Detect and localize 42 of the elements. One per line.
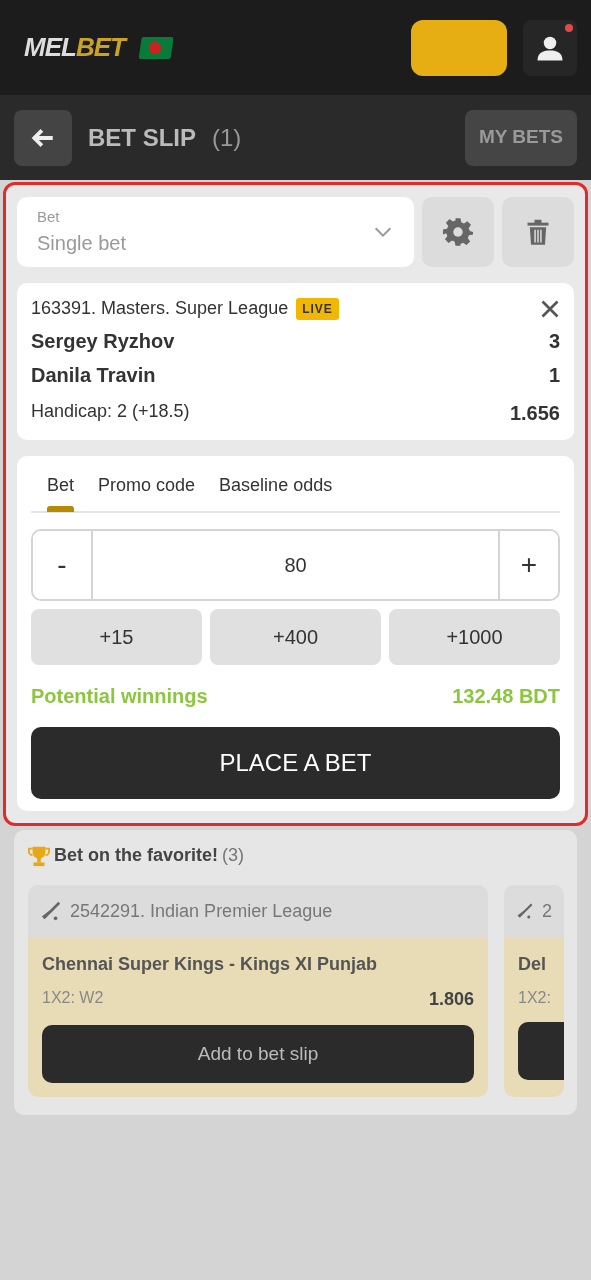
account-button[interactable]: [523, 19, 577, 76]
quick-amount-button[interactable]: +400: [210, 609, 381, 665]
winnings-value: 132.48 BDT: [452, 684, 560, 709]
add-to-slip-button[interactable]: Add to bet slip: [42, 1025, 474, 1083]
quick-amount-button[interactable]: +15: [31, 609, 202, 665]
market-name: 1X2:: [518, 988, 551, 1008]
odds-value: 1.656: [509, 401, 560, 426]
event-league: 2542291. Indian Premier League: [70, 899, 333, 923]
winnings-label: Potential winnings: [31, 684, 208, 709]
player-name: Danila Travin: [31, 363, 156, 388]
flag-icon: [136, 34, 173, 61]
settings-button[interactable]: [422, 197, 494, 267]
remove-bet-button[interactable]: [540, 298, 560, 319]
cricket-bat-icon: [40, 900, 62, 922]
event-league: 2: [542, 899, 552, 923]
delete-button[interactable]: [502, 197, 574, 267]
select-value: Single bet: [37, 231, 127, 257]
match-name: Del: [518, 953, 547, 976]
bet-count: (1): [212, 122, 242, 153]
select-label: Bet: [37, 206, 61, 227]
bet-tab[interactable]: Bet: [47, 468, 75, 511]
market-name: 1X2: W2: [42, 988, 104, 1008]
match-name: Chennai Super Kings - Kings XI Punjab: [42, 953, 379, 976]
favorites-title: Bet on the favorite!: [54, 844, 218, 867]
odds-value: 1.806: [428, 988, 474, 1011]
league-name: 163391. Masters. Super League: [31, 297, 289, 320]
bet-slip-title: BET SLIP: [88, 122, 196, 153]
place-bet-button[interactable]: PLACE A BET: [31, 727, 560, 799]
player-score: 1: [548, 363, 560, 388]
quick-amount-button[interactable]: +1000: [389, 609, 560, 665]
header-button[interactable]: [411, 19, 507, 76]
player-name: Sergey Ryzhov: [31, 329, 175, 354]
bet-tab[interactable]: Baseline odds: [219, 468, 333, 511]
stake-field[interactable]: - 80 +: [31, 529, 560, 601]
close-icon: [540, 298, 560, 319]
player-score: 3: [548, 329, 560, 354]
bet-tab[interactable]: Promo code: [98, 468, 196, 511]
favorites-count: (3): [222, 844, 244, 867]
settings-icon: [443, 217, 473, 247]
back-button[interactable]: [14, 109, 72, 166]
market-name: Handicap: 2 (+18.5): [31, 400, 190, 423]
live-badge: LIVE: [296, 297, 339, 320]
